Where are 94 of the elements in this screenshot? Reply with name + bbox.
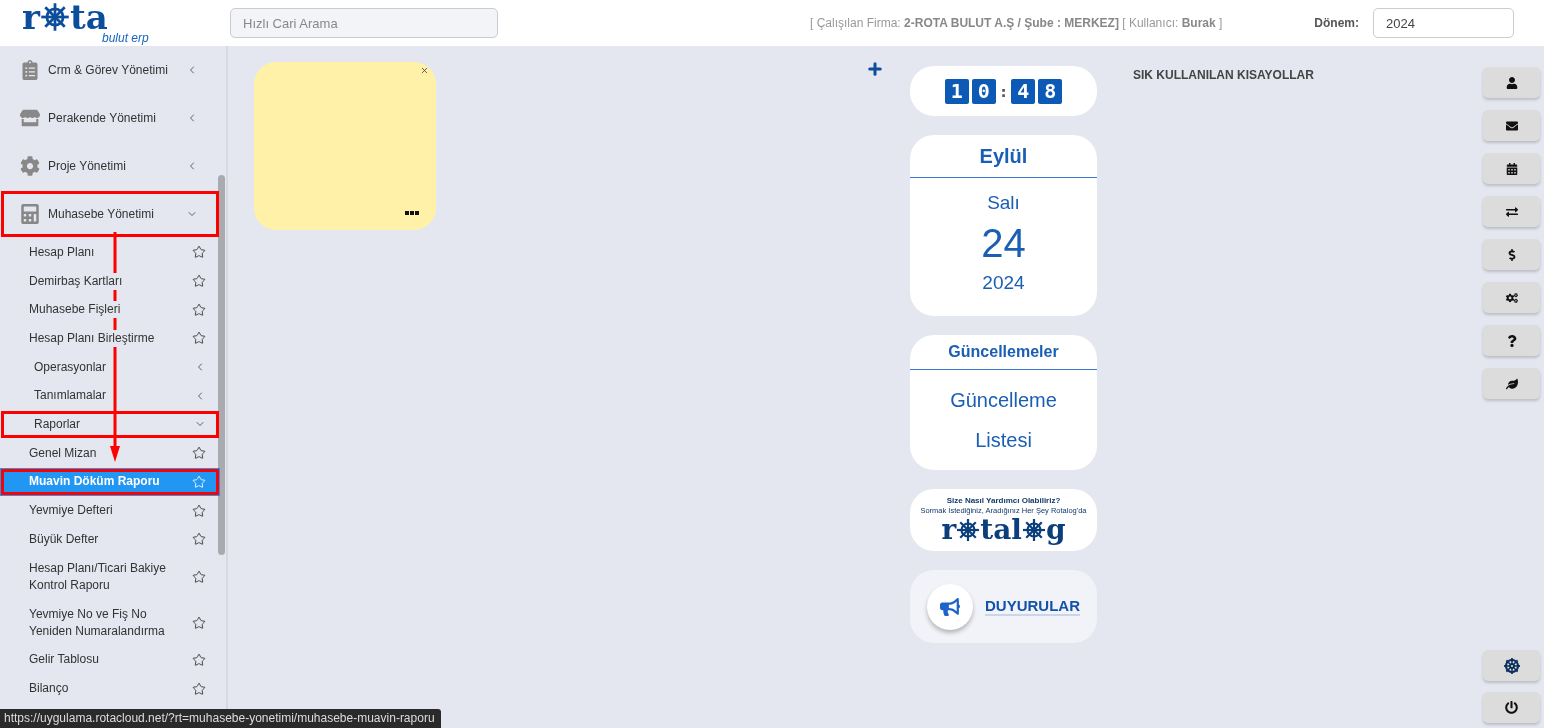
star-icon[interactable] [192,245,206,260]
star-icon[interactable] [192,569,206,584]
menu-item[interactable]: Demirbaş Kartları [0,266,220,296]
wheel-icon [956,518,981,542]
clock-digit: 0 [971,78,996,104]
close-icon[interactable] [420,66,429,75]
star-icon[interactable] [192,532,206,547]
clock-digit: 4 [1011,78,1036,104]
more-icon[interactable] [405,211,419,216]
wheel-icon [39,2,70,32]
module-icon [20,60,40,80]
menu-item[interactable]: Hesap Planı [0,238,220,267]
transfer-button[interactable] [1483,196,1540,227]
module-icon [20,204,40,224]
scrollbar-thumb[interactable] [218,175,225,555]
menu-label: Muavin Döküm Raporu [29,473,160,491]
menu-item[interactable]: Operasyonlar [0,352,220,382]
updates-card[interactable]: Güncellemeler Güncelleme Listesi [910,335,1097,470]
clock-separator: : [998,81,1009,101]
menu-item[interactable]: Yevmiye Defteri [0,496,220,525]
period-label: Dönem: [1314,16,1359,30]
logo-text: ta [69,2,108,32]
calendar-year: 2024 [982,271,1025,295]
menu-item[interactable]: Raporlar [0,410,220,439]
star-icon[interactable] [192,652,206,667]
calendar-button[interactable] [1483,153,1540,184]
arrows-icon [1505,205,1518,218]
menu-item[interactable]: Yevmiye No ve Fiş No Yeniden Numaralandırma [0,599,220,646]
wheel-button[interactable] [1483,650,1540,681]
menu-label: Hesap Planı Birleştirme [29,329,155,347]
calendar-day: 24 [981,218,1026,268]
menu-item[interactable]: Genel Mizan [0,438,220,468]
profile-button[interactable] [1483,67,1540,98]
star-icon[interactable] [192,681,206,696]
menu-item[interactable]: Perakende Yönetimi [0,94,220,142]
updates-link[interactable]: Listesi [975,420,1032,460]
menu-item[interactable]: Tanımlamalar [0,381,220,411]
calendar-month: Eylül [979,144,1028,169]
star-icon[interactable] [192,615,206,630]
envelope-icon [1505,119,1518,132]
star-icon[interactable] [192,274,206,289]
mail-button[interactable] [1483,110,1540,141]
menu-item[interactable]: Gelir Tablosu [0,645,220,675]
updates-link[interactable]: Güncelleme [950,380,1057,420]
menu-item[interactable]: Bilanço [0,674,220,703]
gears-icon [1505,291,1518,304]
rotalog-text: g [1045,516,1066,544]
calendar-weekday: Salı [987,191,1020,215]
session-info: [ Çalışılan Firma: 2-ROTA BULUT A.Ş / Şube : MERKEZ] [ Kullanıcı: Burak ] [809,16,1224,30]
help-button[interactable] [1483,325,1540,356]
menu-item[interactable]: Büyük Defter [0,524,220,554]
updates-title: Güncellemeler [948,342,1059,362]
wheel-icon [1021,518,1046,542]
menu-item[interactable]: Hesap Planı/Ticari Bakiye Kontrol Raporu [0,553,220,600]
menu-item[interactable]: Crm & Görev Yönetimi [0,46,220,94]
rotalog-text: tal [980,516,1022,544]
star-icon[interactable] [192,331,206,346]
power-button[interactable] [1483,692,1540,723]
period-field[interactable]: 2024 [1373,8,1514,38]
calendar-icon [1505,162,1518,175]
menu-label: Bilanço [29,680,69,698]
star-icon[interactable] [192,503,206,518]
settings-button[interactable] [1483,282,1540,313]
status-url: https://uygulama.rotacloud.net/?rt=muhasebe-yonetimi/muhasebe-muavin-raporu [0,709,441,728]
power-icon [1505,701,1518,714]
menu-label: Yevmiye Defteri [29,502,113,520]
star-icon[interactable] [192,446,206,461]
help-headline: Size Nasıl Yardımcı Olabiliriz? [946,496,1061,505]
leaf-button[interactable] [1483,368,1540,399]
clock-digit: 1 [944,78,969,104]
menu-label: Muhasebe Fişleri [29,301,121,319]
menu-item[interactable]: Muhasebe Fişleri [0,295,220,325]
module-icon [20,108,40,128]
rotalog-text: r [941,516,957,544]
menu-item[interactable]: Muhasebe Yönetimi [0,190,220,238]
announcements-label: DUYURULAR [985,597,1080,616]
shortcuts-title: SIK KULLANILAN KISAYOLLAR [1133,68,1315,82]
logo-text: r [22,2,40,32]
question-icon [1505,334,1518,347]
ship-wheel-icon [1503,657,1520,674]
star-icon[interactable] [192,302,206,317]
menu-label: Demirbaş Kartları [29,272,123,290]
announcements-card[interactable]: DUYURULAR [910,570,1097,643]
leaf-icon [1505,377,1518,390]
menu-item[interactable]: Proje Yönetimi [0,142,220,190]
megaphone-icon [927,583,973,630]
menu-item[interactable]: Hesap Planı Birleştirme [0,324,220,353]
user-icon [1505,76,1518,89]
module-icon [20,156,40,176]
add-icon[interactable] [866,60,884,78]
logo-tagline: bulut erp [102,32,149,44]
search-field[interactable]: Hızlı Cari Arama [230,8,498,38]
clock-digit: 8 [1038,78,1063,104]
money-button[interactable] [1483,239,1540,270]
